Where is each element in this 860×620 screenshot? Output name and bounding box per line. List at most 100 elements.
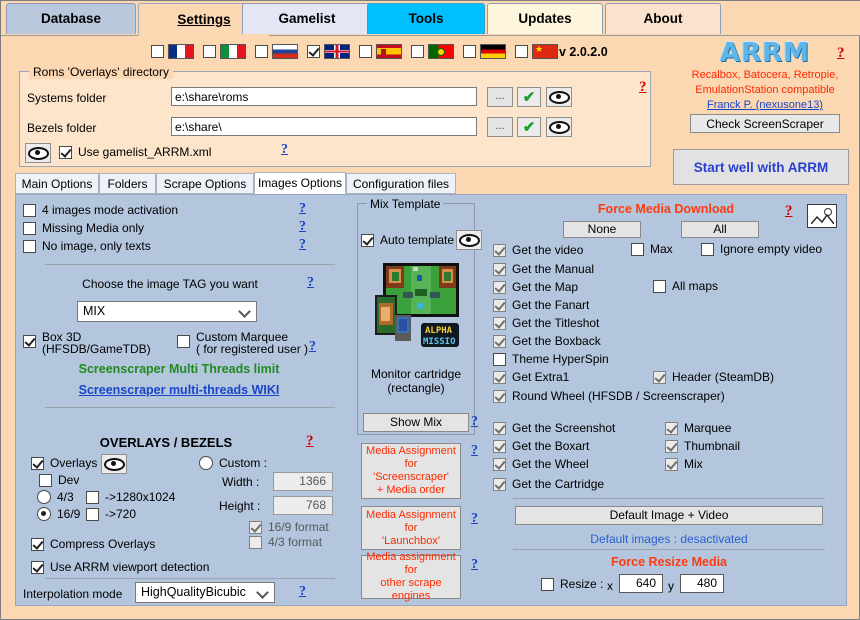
- flag-germany-icon[interactable]: [480, 44, 506, 59]
- subtab-scrape-options[interactable]: Scrape Options: [156, 173, 254, 194]
- subtab-images-options[interactable]: Images Options: [254, 172, 346, 194]
- option-compress-overlays[interactable]: Compress Overlays: [31, 537, 155, 551]
- language-italian-checkbox[interactable]: [203, 45, 216, 58]
- media-assignment-screenscraper-button[interactable]: Media Assignment for 'Screenscraper' + M…: [361, 443, 461, 499]
- ignore-empty-video-row[interactable]: Ignore empty video: [701, 242, 822, 256]
- theme-hyperspin-row[interactable]: Theme HyperSpin: [493, 352, 609, 366]
- max-row[interactable]: Max: [631, 242, 673, 256]
- get-the-cartridge-checkbox[interactable]: [493, 478, 506, 491]
- get-the-titleshot-row[interactable]: Get the Titleshot: [493, 316, 599, 330]
- threads-wiki-link[interactable]: Screenscraper multi-threads WIKI: [23, 383, 335, 397]
- get-the-titleshot-checkbox[interactable]: [493, 317, 506, 330]
- help-force-media-icon[interactable]: ?: [785, 203, 793, 220]
- gamelist-eye-icon[interactable]: [25, 143, 51, 163]
- tab-about[interactable]: About: [605, 3, 721, 34]
- tab-gamelist[interactable]: Gamelist: [242, 3, 372, 34]
- systems-folder-eye-icon[interactable]: [546, 87, 572, 107]
- language-chinese-checkbox[interactable]: [515, 45, 528, 58]
- option-viewport-detection[interactable]: Use ARRM viewport detection: [31, 560, 209, 574]
- ratio-4-3-radio[interactable]: [37, 490, 51, 504]
- auto-template-row[interactable]: Auto template: [361, 233, 454, 247]
- option-missing-media-only[interactable]: Missing Media only: [23, 221, 144, 235]
- help-marquee-icon[interactable]: ?: [309, 339, 316, 355]
- help-show-mix-icon[interactable]: ?: [471, 414, 478, 430]
- language-portuguese[interactable]: [411, 44, 454, 59]
- ratio-4-3-row[interactable]: 4/3: [37, 490, 74, 504]
- all-maps-row[interactable]: All maps: [653, 279, 718, 293]
- width-input[interactable]: 1366: [273, 472, 333, 491]
- roms-group-help-icon[interactable]: ?: [639, 79, 647, 96]
- overlays-eye-icon[interactable]: [101, 454, 127, 474]
- custom-size-row[interactable]: Custom :: [199, 456, 267, 470]
- ratio-16-9-row[interactable]: 16/9: [37, 507, 80, 521]
- thumbnail-row[interactable]: Thumbnail: [665, 439, 740, 453]
- language-english-checkbox[interactable]: [307, 45, 320, 58]
- resize-row[interactable]: Resize :: [541, 577, 603, 591]
- option-dev[interactable]: Dev: [39, 473, 79, 487]
- option-missing-media-only-checkbox[interactable]: [23, 222, 36, 235]
- get-the-fanart-row[interactable]: Get the Fanart: [493, 298, 589, 312]
- language-russian[interactable]: [255, 44, 298, 59]
- help-assign-screenscraper-icon[interactable]: ?: [471, 443, 478, 459]
- language-russian-checkbox[interactable]: [255, 45, 268, 58]
- marquee-row[interactable]: Marquee: [665, 421, 731, 435]
- header-steamdb-row[interactable]: Header (SteamDB): [653, 370, 774, 384]
- flag-france-icon[interactable]: [168, 44, 194, 59]
- option-no-image-only-texts[interactable]: No image, only texts: [23, 239, 151, 253]
- image-preview-icon[interactable]: [807, 204, 837, 228]
- help-no-image-icon[interactable]: ?: [299, 237, 306, 253]
- systems-folder-check-icon[interactable]: ✔: [517, 87, 541, 107]
- help-overlays-icon[interactable]: ?: [306, 433, 314, 450]
- author-link[interactable]: Franck P. (nexusone13): [679, 99, 851, 111]
- get-the-wheel-checkbox[interactable]: [493, 458, 506, 471]
- bezels-folder-eye-icon[interactable]: [546, 117, 572, 137]
- subtab-configuration-files[interactable]: Configuration files: [346, 173, 456, 194]
- language-spanish-checkbox[interactable]: [359, 45, 372, 58]
- all-maps-checkbox[interactable]: [653, 280, 666, 293]
- language-french-checkbox[interactable]: [151, 45, 164, 58]
- option-box3d[interactable]: Box 3D (HFSDB/GameTDB): [23, 331, 151, 355]
- help-missing-media-icon[interactable]: ?: [299, 219, 306, 235]
- mix-template-eye-icon[interactable]: [456, 230, 482, 250]
- get-the-video-row[interactable]: Get the video: [493, 243, 583, 257]
- help-4-images-mode-icon[interactable]: ?: [299, 201, 306, 217]
- help-interpolation-icon[interactable]: ?: [299, 584, 306, 600]
- help-assign-other-icon[interactable]: ?: [471, 557, 478, 573]
- format-16-9-checkbox[interactable]: [249, 521, 262, 534]
- get-the-boxback-checkbox[interactable]: [493, 335, 506, 348]
- height-input[interactable]: 768: [273, 496, 333, 515]
- help-assign-launchbox-icon[interactable]: ?: [471, 511, 478, 527]
- round-wheel-row[interactable]: Round Wheel (HFSDB / Screenscraper): [493, 389, 725, 403]
- option-dev-checkbox[interactable]: [39, 474, 52, 487]
- header-steamdb-checkbox[interactable]: [653, 371, 666, 384]
- flag-russia-icon[interactable]: [272, 44, 298, 59]
- flag-spain-icon[interactable]: [376, 44, 402, 59]
- format-4-3-row[interactable]: 4/3 format: [249, 535, 322, 549]
- default-image-video-button[interactable]: Default Image + Video: [515, 506, 823, 525]
- language-german-checkbox[interactable]: [463, 45, 476, 58]
- force-media-all-button[interactable]: All: [681, 221, 759, 238]
- systems-folder-browse-button[interactable]: ...: [487, 87, 513, 107]
- media-assignment-other-button[interactable]: Media assignment for other scrape engine…: [361, 555, 461, 599]
- bezels-folder-browse-button[interactable]: ...: [487, 117, 513, 137]
- subtab-main-options[interactable]: Main Options: [15, 173, 99, 194]
- language-french[interactable]: [151, 44, 194, 59]
- media-assignment-launchbox-button[interactable]: Media Assignment for 'Launchbox': [361, 506, 461, 550]
- scale-720-checkbox[interactable]: [86, 508, 99, 521]
- bezels-folder-check-icon[interactable]: ✔: [517, 117, 541, 137]
- language-italian[interactable]: [203, 44, 246, 59]
- mix-template-preview[interactable]: ALPHA MISSIO: [373, 259, 461, 351]
- option-compress-overlays-checkbox[interactable]: [31, 538, 44, 551]
- language-chinese[interactable]: [515, 44, 558, 59]
- image-tag-select[interactable]: MIX: [77, 301, 257, 322]
- scale-1280-row[interactable]: ->1280x1024: [86, 490, 175, 504]
- mix-checkbox[interactable]: [665, 458, 678, 471]
- get-the-boxart-checkbox[interactable]: [493, 440, 506, 453]
- scale-1280-checkbox[interactable]: [86, 491, 99, 504]
- mix-row[interactable]: Mix: [665, 457, 703, 471]
- marquee-checkbox[interactable]: [665, 422, 678, 435]
- get-extra1-checkbox[interactable]: [493, 371, 506, 384]
- option-4-images-mode-checkbox[interactable]: [23, 204, 36, 217]
- scale-720-row[interactable]: ->720: [86, 507, 136, 521]
- get-the-map-checkbox[interactable]: [493, 281, 506, 294]
